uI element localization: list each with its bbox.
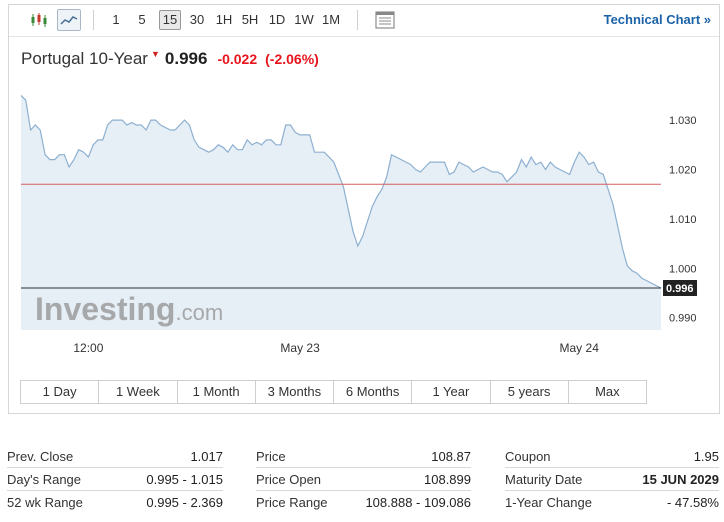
x-tick-label: May 23: [280, 341, 320, 355]
stat-1-year-change: 1-Year Change - 47.58%: [505, 492, 719, 514]
range-1-week[interactable]: 1 Week: [99, 381, 178, 403]
price-chart[interactable]: Investing.com 1.0301.0201.0101.0000.9900…: [9, 5, 719, 375]
stat-value: 108.888 - 109.086: [365, 495, 471, 510]
stat-value: 1.017: [190, 449, 223, 464]
range-5-years[interactable]: 5 years: [491, 381, 569, 403]
stat-maturity-date: Maturity Date 15 JUN 2029: [505, 469, 719, 491]
stat-label: Maturity Date: [505, 472, 583, 487]
stat-value: 0.995 - 1.015: [146, 472, 223, 487]
stat-price: Price 108.87: [256, 446, 471, 468]
range-1-month[interactable]: 1 Month: [178, 381, 256, 403]
stat-label: Price Range: [256, 495, 328, 510]
stat-price-open: Price Open 108.899: [256, 469, 471, 491]
y-tick-label: 1.020: [669, 165, 697, 177]
x-tick-label: May 24: [560, 341, 600, 355]
stat-label: Prev. Close: [7, 449, 74, 464]
stat-value: 1.95: [693, 449, 719, 464]
y-tick-label: 1.010: [669, 214, 697, 226]
stat-value: 108.87: [431, 449, 471, 464]
stat-52wk-range: 52 wk Range 0.995 - 2.369: [7, 492, 223, 514]
stat-label: Day's Range: [7, 472, 82, 487]
range-max[interactable]: Max: [569, 381, 646, 403]
y-tick-label: 1.000: [669, 263, 697, 275]
stat-label: 1-Year Change: [505, 495, 592, 510]
range-3-months[interactable]: 3 Months: [256, 381, 334, 403]
stat-label: 52 wk Range: [7, 495, 83, 510]
range-1-day[interactable]: 1 Day: [21, 381, 100, 403]
current-price-badge-label: 0.996: [666, 283, 694, 295]
stat-label: Price: [256, 449, 286, 464]
stat-label: Coupon: [505, 449, 551, 464]
y-tick-label: 0.990: [669, 313, 697, 325]
stat-value: 0.995 - 2.369: [146, 495, 223, 510]
stat-prev-close: Prev. Close 1.017: [7, 446, 223, 468]
stat-value: 15 JUN 2029: [642, 472, 719, 487]
range-1-year[interactable]: 1 Year: [412, 381, 491, 403]
stat-label: Price Open: [256, 472, 322, 487]
stat-value: 108.899: [424, 472, 471, 487]
range-selector: 1 Day 1 Week 1 Month 3 Months 6 Months 1…: [20, 380, 647, 404]
stat-value: - 47.58%: [666, 495, 719, 510]
stat-days-range: Day's Range 0.995 - 1.015: [7, 469, 223, 491]
stat-coupon: Coupon 1.95: [505, 446, 719, 468]
stat-price-range: Price Range 108.888 - 109.086: [256, 492, 471, 514]
range-6-months[interactable]: 6 Months: [334, 381, 413, 403]
x-tick-label: 12:00: [73, 341, 103, 355]
chart-widget: 1 5 15 30 1H 5H 1D 1W 1M Technical Chart…: [8, 4, 720, 414]
y-tick-label: 1.030: [669, 115, 697, 127]
